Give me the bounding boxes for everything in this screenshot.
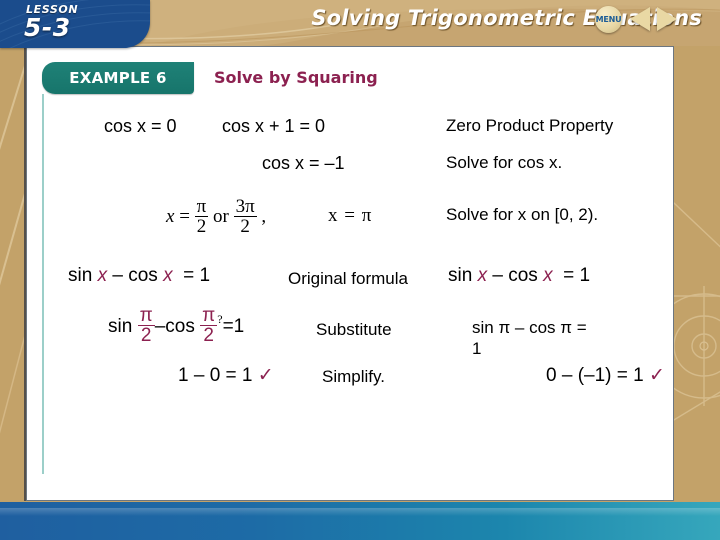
slide-root: Solving Trigonometric Equations LESSON 5… [0, 0, 720, 540]
substituted-expression: sin π – cos π = [472, 318, 587, 337]
fraction-numerator: π [202, 305, 216, 326]
check-right-row1: sin x – cos x = 1 [448, 265, 590, 287]
solution-line1-right-equation: cos x + 1 = 0 [222, 116, 325, 137]
right-border-decoration [670, 46, 720, 501]
solution-line3-reason: Solve for x on [0, 2). [446, 205, 599, 224]
simplified-expression: 0 – (–1) = 1 [546, 365, 644, 386]
cos-label: cos [165, 315, 195, 337]
fraction-numerator: 3π [235, 196, 255, 217]
equals-sign: = [179, 206, 190, 228]
example-tab: EXAMPLE 6 [42, 62, 194, 94]
solution-line3-second-solution: x = π [328, 205, 373, 226]
minus-sign: – [492, 265, 503, 286]
solution-line2-reason: Solve for cos x. [446, 153, 563, 172]
comma: , [261, 206, 267, 228]
fraction-denominator: 2 [200, 325, 218, 346]
fraction-denominator: 2 [137, 325, 155, 346]
left-deco-lines [0, 46, 26, 501]
left-border-decoration [0, 46, 26, 501]
check-mark-icon: ✓ [257, 364, 274, 386]
fraction-pi-over-2: π 2 [137, 305, 155, 346]
next-slide-arrow-icon[interactable] [657, 7, 677, 31]
solution-line3-equation: x = π 2 or 3π 2 , [166, 196, 267, 238]
lesson-tab: LESSON 5-3 [0, 0, 150, 48]
fraction-pi-over-2: π 2 [194, 196, 209, 237]
solution-line1-left-equation: cos x = 0 [104, 116, 177, 137]
check-right-row2: sin π – cos π = 1 [472, 317, 587, 359]
bottom-navigation-bar [0, 502, 720, 540]
sin-label: sin [448, 265, 473, 286]
simplified-expression: 1 – 0 = 1 [178, 365, 253, 386]
example-title: Solve by Squaring [214, 68, 378, 87]
check-right-row3: 0 – (–1) = 1 ✓ [546, 364, 665, 387]
sin-label: sin [108, 315, 133, 337]
fraction-denominator: 2 [194, 216, 209, 237]
cos-label: cos [508, 265, 538, 286]
minus-sign: – [154, 315, 166, 337]
fraction-3pi-over-2: 3π 2 [233, 196, 257, 237]
equals-sign: = [222, 315, 234, 337]
substituted-expression-wrap: 1 [472, 339, 482, 358]
right-deco-lines [670, 46, 720, 501]
lesson-number: 5-3 [24, 13, 71, 42]
variable-x: x [166, 206, 175, 228]
solution-line1-reason: Zero Product Property [446, 116, 614, 135]
equation-text: cos x + 1 = 0 [222, 116, 326, 136]
fraction-numerator: π [139, 305, 153, 326]
fraction-numerator: π [196, 196, 207, 217]
label-substitute: Substitute [316, 320, 392, 339]
sin-label: sin [68, 265, 93, 286]
previous-slide-arrow-icon[interactable] [630, 7, 650, 31]
equation-text: cos x = 0 [104, 116, 177, 136]
check-left-row2: sin π 2 –cos π 2 ?=1 [108, 305, 245, 347]
menu-button-label: MENU [595, 15, 622, 24]
variable-x: x [163, 265, 173, 286]
minus-sign: – [112, 265, 123, 286]
right-hand-side: 1 [233, 315, 245, 337]
right-hand-side: 1 [199, 265, 211, 286]
label-original-formula: Original formula [288, 269, 408, 288]
or-word: or [213, 206, 229, 228]
fraction-pi-over-2: π 2 [200, 305, 218, 346]
solution-line2-equation: cos x = –1 [262, 153, 345, 173]
variable-x: x [543, 265, 553, 286]
question-mark-over-equals: ? [217, 311, 223, 326]
cos-label: cos [128, 265, 158, 286]
fraction-denominator: 2 [233, 216, 257, 237]
bar-sheen [0, 508, 720, 516]
equals-sign: = [183, 265, 195, 286]
check-mark-icon: ✓ [648, 364, 665, 386]
example-tab-label: EXAMPLE 6 [69, 69, 167, 87]
check-left-row1: sin x – cos x = 1 [68, 265, 210, 287]
label-simplify: Simplify. [322, 367, 385, 386]
variable-x: x [477, 265, 488, 286]
right-hand-side: 1 [579, 265, 591, 286]
variable-x: x [97, 265, 108, 286]
equals-sign: = [563, 265, 575, 286]
check-left-row3: 1 – 0 = 1 ✓ [178, 364, 274, 387]
menu-button[interactable]: MENU [595, 6, 622, 33]
example-tab-underline [42, 94, 44, 474]
